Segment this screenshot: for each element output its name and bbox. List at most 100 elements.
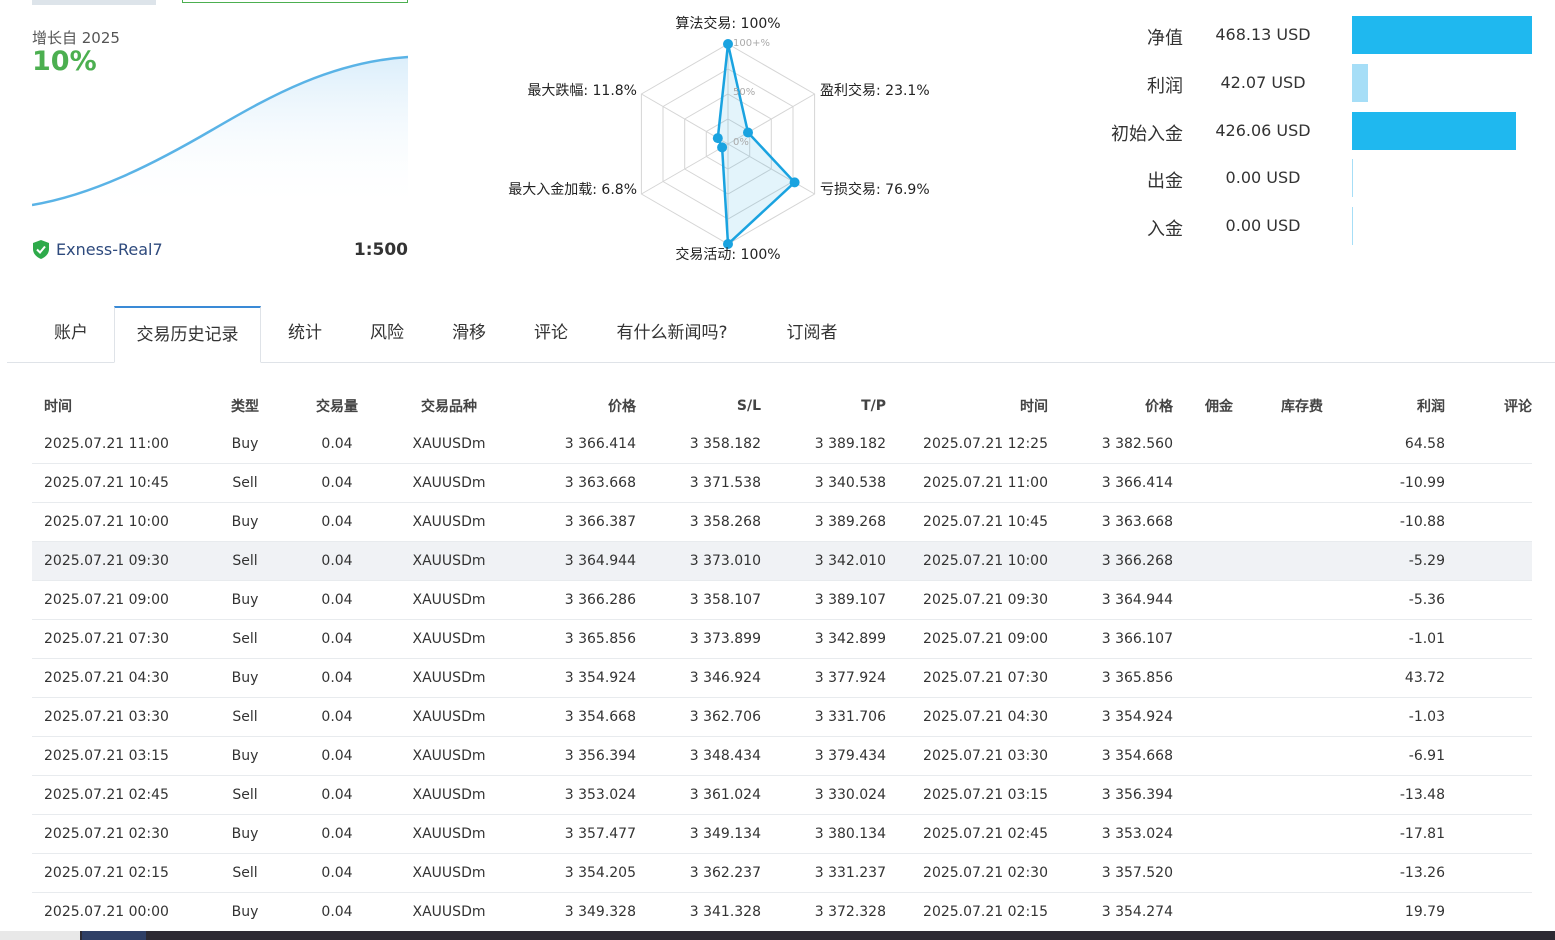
cell-swap (1233, 736, 1323, 776)
col-header-volume[interactable]: 交易量 (288, 387, 386, 425)
cell-close-time: 2025.07.21 12:25 (886, 425, 1048, 464)
cell-volume: 0.04 (288, 892, 386, 932)
stat-row-withdrawal: 出金 0.00 USD (1080, 159, 1540, 199)
cell-open-time: 2025.07.21 04:30 (32, 658, 202, 698)
cell-open-time: 2025.07.21 09:30 (32, 541, 202, 581)
cell-commission (1173, 892, 1233, 932)
radar-label-algo: 算法交易: 100% (675, 15, 780, 32)
table-row[interactable]: 2025.07.21 11:00 Buy 0.04 XAUUSDm 3 366.414 3… (32, 425, 1532, 464)
col-header-type[interactable]: 类型 (202, 387, 288, 425)
cell-sl: 3 362.706 (636, 697, 761, 737)
table-row[interactable]: 2025.07.21 02:45 Sell 0.04 XAUUSDm 3 353.024… (32, 775, 1532, 815)
subscribe-button-edge[interactable] (182, 0, 408, 3)
table-row[interactable]: 2025.07.21 07:30 Sell 0.04 XAUUSDm 3 365.856… (32, 619, 1532, 659)
tab-account[interactable]: 账户 (33, 306, 109, 361)
cell-tp: 3 377.924 (761, 658, 886, 698)
col-header-close-time[interactable]: 时间 (886, 387, 1048, 425)
table-row[interactable]: 2025.07.21 09:30 Sell 0.04 XAUUSDm 3 364.944… (32, 541, 1532, 581)
stat-value: 0.00 USD (1225, 168, 1301, 187)
cell-comment (1445, 892, 1532, 932)
cell-comment (1445, 580, 1532, 620)
cell-tp: 3 372.328 (761, 892, 886, 932)
radar-point-loss (789, 177, 800, 188)
tab-bar: 账户 交易历史记录 统计 风险 滑移 评论 有什么新闻吗? 订阅者 (7, 306, 1555, 363)
tab-reviews[interactable]: 评论 (513, 306, 589, 361)
table-row[interactable]: 2025.07.21 02:15 Sell 0.04 XAUUSDm 3 354.205… (32, 853, 1532, 893)
cell-open-time: 2025.07.21 02:30 (32, 814, 202, 854)
cell-type: Sell (202, 697, 288, 737)
cell-close-price: 3 354.924 (1048, 697, 1173, 737)
cell-close-price: 3 382.560 (1048, 425, 1173, 464)
cell-type: Buy (202, 892, 288, 932)
tab-subscribers[interactable]: 订阅者 (769, 306, 855, 361)
stat-value: 0.00 USD (1225, 216, 1301, 235)
tab-trade-history[interactable]: 交易历史记录 (114, 306, 261, 363)
cell-open-time: 2025.07.21 09:00 (32, 580, 202, 620)
cell-close-time: 2025.07.21 02:15 (886, 892, 1048, 932)
cell-open-time: 2025.07.21 03:30 (32, 697, 202, 737)
cell-volume: 0.04 (288, 502, 386, 542)
cell-symbol: XAUUSDm (386, 775, 512, 815)
cell-close-price: 3 363.668 (1048, 502, 1173, 542)
cell-sl: 3 371.538 (636, 463, 761, 503)
radar-point-drawdown (712, 133, 723, 144)
table-header-row: 时间 类型 交易量 交易品种 价格 S/L T/P 时间 价格 佣金 库存费 利… (32, 387, 1532, 425)
cell-commission (1173, 541, 1233, 581)
table-row[interactable]: 2025.07.21 00:00 Buy 0.04 XAUUSDm 3 349.328 3… (32, 892, 1532, 932)
cell-volume: 0.04 (288, 814, 386, 854)
stat-label: 利润 (1147, 76, 1183, 97)
cell-open-price: 3 366.286 (512, 580, 636, 620)
col-header-commission[interactable]: 佣金 (1173, 387, 1233, 425)
cell-comment (1445, 775, 1532, 815)
cell-swap (1233, 619, 1323, 659)
col-header-symbol[interactable]: 交易品种 (386, 387, 512, 425)
cell-sl: 3 341.328 (636, 892, 761, 932)
tab-statistics[interactable]: 统计 (267, 306, 343, 361)
cell-open-time: 2025.07.21 02:45 (32, 775, 202, 815)
table-row[interactable]: 2025.07.21 03:30 Sell 0.04 XAUUSDm 3 354.668… (32, 697, 1532, 737)
radar-label-deposit-load: 最大入金加载: 6.8% (508, 182, 637, 198)
col-header-swap[interactable]: 库存费 (1233, 387, 1323, 425)
growth-label: 增长自 2025 (32, 29, 120, 47)
cell-profit: -6.91 (1323, 736, 1445, 776)
col-header-comment[interactable]: 评论 (1445, 387, 1532, 425)
cell-sl: 3 373.899 (636, 619, 761, 659)
tab-news[interactable]: 有什么新闻吗? (597, 306, 747, 361)
table-row[interactable]: 2025.07.21 10:45 Sell 0.04 XAUUSDm 3 363.668… (32, 463, 1532, 503)
cell-comment (1445, 697, 1532, 737)
table-row[interactable]: 2025.07.21 04:30 Buy 0.04 XAUUSDm 3 354.924 3… (32, 658, 1532, 698)
cell-commission (1173, 463, 1233, 503)
cell-sl: 3 358.107 (636, 580, 761, 620)
col-header-sl[interactable]: S/L (636, 387, 761, 425)
radar-scale-min: 0% (733, 137, 749, 148)
table-row[interactable]: 2025.07.21 10:00 Buy 0.04 XAUUSDm 3 366.387 3… (32, 502, 1532, 542)
cell-close-time: 2025.07.21 02:45 (886, 814, 1048, 854)
tab-risk[interactable]: 风险 (349, 306, 425, 361)
col-header-profit[interactable]: 利润 (1323, 387, 1445, 425)
cell-open-time: 2025.07.21 02:15 (32, 853, 202, 893)
cell-close-time: 2025.07.21 07:30 (886, 658, 1048, 698)
cell-comment (1445, 425, 1532, 464)
stat-value: 42.07 USD (1220, 73, 1306, 92)
cell-tp: 3 380.134 (761, 814, 886, 854)
cell-commission (1173, 853, 1233, 893)
col-header-open-price[interactable]: 价格 (512, 387, 636, 425)
cell-commission (1173, 658, 1233, 698)
col-header-tp[interactable]: T/P (761, 387, 886, 425)
cell-symbol: XAUUSDm (386, 814, 512, 854)
cell-volume: 0.04 (288, 463, 386, 503)
top-strip (32, 0, 156, 5)
cell-close-price: 3 357.520 (1048, 853, 1173, 893)
cell-tp: 3 331.706 (761, 697, 886, 737)
cell-tp: 3 389.268 (761, 502, 886, 542)
col-header-open-time[interactable]: 时间 (32, 387, 202, 425)
table-row[interactable]: 2025.07.21 03:15 Buy 0.04 XAUUSDm 3 356.394 3… (32, 736, 1532, 776)
cell-open-price: 3 357.477 (512, 814, 636, 854)
cell-volume: 0.04 (288, 853, 386, 893)
col-header-close-price[interactable]: 价格 (1048, 387, 1173, 425)
account-server[interactable]: Exness-Real7 (32, 240, 163, 259)
cell-profit: -5.36 (1323, 580, 1445, 620)
table-row[interactable]: 2025.07.21 09:00 Buy 0.04 XAUUSDm 3 366.286 3… (32, 580, 1532, 620)
tab-slippage[interactable]: 滑移 (431, 306, 507, 361)
table-row[interactable]: 2025.07.21 02:30 Buy 0.04 XAUUSDm 3 357.477 3… (32, 814, 1532, 854)
